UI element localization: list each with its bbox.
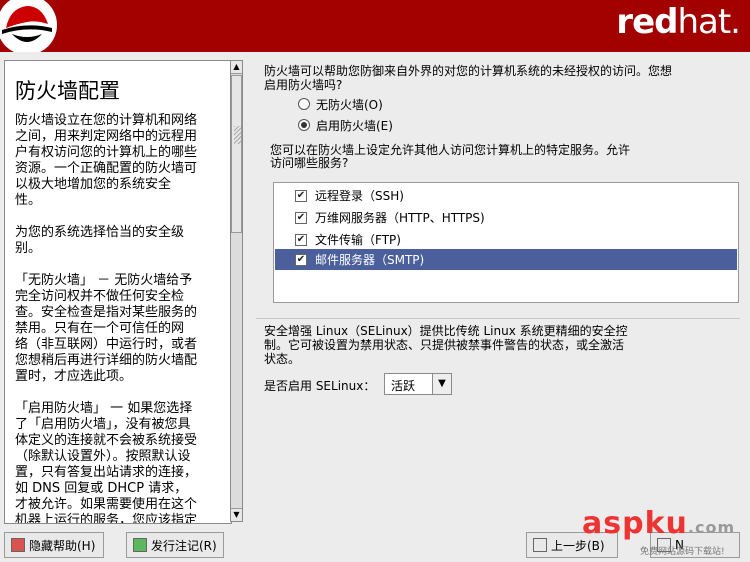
help-pane: 防火墙配置 防火墙设立在您的计算机和网络 之间，用来判定网络中的远程用 户有权访… (4, 60, 232, 524)
selinux-description: 安全增强 Linux（SELinux）提供比传统 Linux 系统更精细的安全控… (264, 324, 628, 366)
redhat-shadowman-logo (0, 0, 57, 52)
hide-help-label: 隐藏帮助(H) (29, 538, 96, 553)
hide-help-button[interactable]: 隐藏帮助(H) (4, 532, 104, 558)
watermark-subtitle: 免费网站源码下载站! (640, 547, 725, 557)
service-ftp[interactable]: ✔ 文件传输（FTP) (275, 229, 737, 250)
back-arrow-icon (533, 538, 547, 552)
help-paragraph: 「无防火墙」 － 无防火墙给予 完全访问权并不做任何安全检 查。安全检查是指对某… (15, 273, 198, 384)
scroll-down-icon[interactable]: ▼ (231, 508, 242, 521)
service-ssh[interactable]: ✔ 远程登录（SSH) (275, 185, 737, 206)
help-scrollbar[interactable]: ▲ ▼ (230, 60, 243, 522)
service-http[interactable]: ✔ 万维网服务器（HTTP、HTTPS) (275, 207, 737, 228)
release-notes-button[interactable]: 发行注记(R) (126, 532, 224, 558)
grip-icon (234, 126, 241, 144)
service-label: 文件传输（FTP) (315, 233, 401, 247)
radio-enable-firewall-label: 启用防火墙(E) (316, 118, 393, 133)
watermark-logo: aspku.com (582, 506, 736, 541)
radio-no-firewall-label: 无防火墙(O) (316, 97, 383, 112)
selinux-select-value: 活跃 (391, 379, 416, 393)
header-banner: redhat. (0, 0, 750, 52)
services-list[interactable]: ✔ 远程登录（SSH) ✔ 万维网服务器（HTTP、HTTPS) ✔ 文件传输（… (273, 182, 739, 303)
divider (256, 318, 740, 319)
help-paragraph: 为您的系统选择恰当的安全级 别。 (15, 225, 185, 256)
help-paragraph: 防火墙设立在您的计算机和网络 之间，用来判定网络中的远程用 户有权访问您的计算机… (15, 113, 198, 208)
service-label: 远程登录（SSH) (315, 189, 404, 203)
selinux-select[interactable]: 活跃 ▼ (384, 373, 452, 395)
firewall-intro: 防火墙可以帮助您防御来自外界的对您的计算机系统的未经授权的访问。您想 启用防火墙… (264, 64, 673, 92)
checkbox-checked-icon[interactable]: ✔ (295, 233, 307, 246)
help-paragraph: 「启用防火墙」 一 如果您选择 了「启用防火墙」，没有被您具 体定义的连接就不会… (15, 401, 198, 524)
checkbox-checked-icon[interactable]: ✔ (295, 211, 307, 224)
help-body: 防火墙设立在您的计算机和网络 之间，用来判定网络中的远程用 户有权访问您的计算机… (15, 113, 227, 524)
checkbox-checked-icon[interactable]: ✔ (295, 189, 307, 202)
radio-no-firewall[interactable]: 无防火墙(O) (298, 96, 383, 112)
service-smtp[interactable]: ✔ 邮件服务器（SMTP) (275, 249, 737, 270)
service-label: 万维网服务器（HTTP、HTTPS) (315, 211, 485, 225)
notes-icon (133, 538, 147, 552)
scroll-up-icon[interactable]: ▲ (231, 61, 242, 74)
release-notes-label: 发行注记(R) (151, 538, 217, 553)
service-label: 邮件服务器（SMTP) (315, 253, 425, 267)
radio-icon[interactable] (298, 98, 310, 110)
redhat-brand: redhat. (616, 2, 741, 42)
radio-selected-icon[interactable] (298, 119, 310, 131)
services-intro: 您可以在防火墙上设定允许其他人访问您计算机上的特定服务。允许 访问哪些服务? (270, 143, 631, 170)
radio-enable-firewall[interactable]: 启用防火墙(E) (298, 117, 393, 133)
checkbox-checked-icon[interactable]: ✔ (295, 253, 307, 266)
help-icon (11, 538, 25, 552)
selinux-label: 是否启用 SELinux： (264, 379, 376, 393)
help-title: 防火墙配置 (15, 79, 120, 103)
chevron-down-icon[interactable]: ▼ (432, 374, 451, 394)
scroll-thumb[interactable] (231, 75, 242, 233)
